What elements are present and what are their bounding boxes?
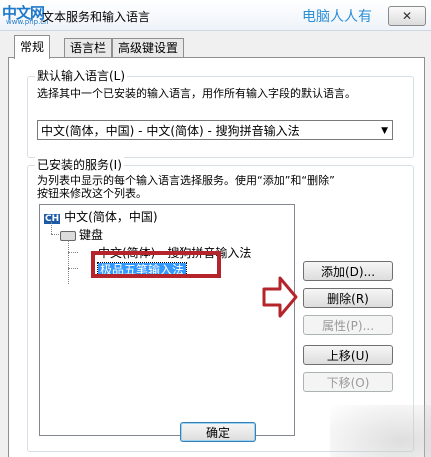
move-up-button[interactable]: 上移(U) <box>303 345 393 365</box>
properties-button[interactable]: 属性(P)... <box>303 315 393 335</box>
tab-language-bar[interactable]: 语言栏 <box>64 38 113 58</box>
move-down-button[interactable]: 下移(O) <box>303 372 393 392</box>
default-language-select[interactable]: 中文(简体，中国) - 中文(简体) - 搜狗拼音输入法 ▼ <box>37 120 393 140</box>
chevron-down-icon: ▼ <box>381 126 388 136</box>
title-bar: 中文网 www.php.cn 文本服务和输入语言 电脑人人有 ✕ <box>0 0 431 31</box>
tab-general[interactable]: 常规 <box>14 35 51 59</box>
default-language-description: 选择其中一个已安装的输入语言，用作所有输入字段的默认语言。 <box>37 87 356 100</box>
tree-node-language[interactable]: CH 中文(简体，中国) <box>44 208 158 225</box>
window-title: 文本服务和输入语言 <box>42 10 151 24</box>
tree-connector <box>68 252 78 253</box>
language-icon: CH <box>44 214 61 224</box>
dialog-window: 中文网 www.php.cn 文本服务和输入语言 电脑人人有 ✕ 常规 语言栏 … <box>0 0 431 457</box>
default-language-label: 默认输入语言(L) <box>35 67 128 84</box>
default-language-value: 中文(简体，中国) - 中文(简体) - 搜狗拼音输入法 <box>41 124 300 138</box>
close-icon: ✕ <box>401 9 413 23</box>
tab-advanced-key-settings[interactable]: 高级键设置 <box>112 38 185 58</box>
installed-services-description-2: 按钮来修改这个列表。 <box>37 187 147 200</box>
close-button[interactable]: ✕ <box>388 6 426 26</box>
tree-connector <box>68 268 78 269</box>
tree-connector <box>68 240 69 284</box>
remove-button[interactable]: 删除(R) <box>303 288 393 308</box>
tree-connector <box>51 234 59 235</box>
installed-services-label: 已安装的服务(I) <box>35 156 124 173</box>
tab-panel-general: 默认输入语言(L) 选择其中一个已安装的输入语言，用作所有输入字段的默认语言。 … <box>8 57 425 457</box>
annotation-arrow-icon <box>262 276 298 318</box>
annotation-highlight-box <box>91 251 221 278</box>
keyboard-icon <box>60 230 76 241</box>
watermark-logo <box>330 405 431 457</box>
services-tree[interactable]: CH 中文(简体，中国) 键盘 中文(简体) - 搜狗拼音输入法 极品五笔输入法 <box>39 204 295 436</box>
watermark-text: 电脑人人有 <box>302 9 372 25</box>
add-button[interactable]: 添加(D)... <box>303 261 393 281</box>
ok-button[interactable]: 确定 <box>180 422 256 442</box>
tree-node-keyboard[interactable]: 键盘 <box>60 226 103 243</box>
tree-connector <box>51 222 52 234</box>
